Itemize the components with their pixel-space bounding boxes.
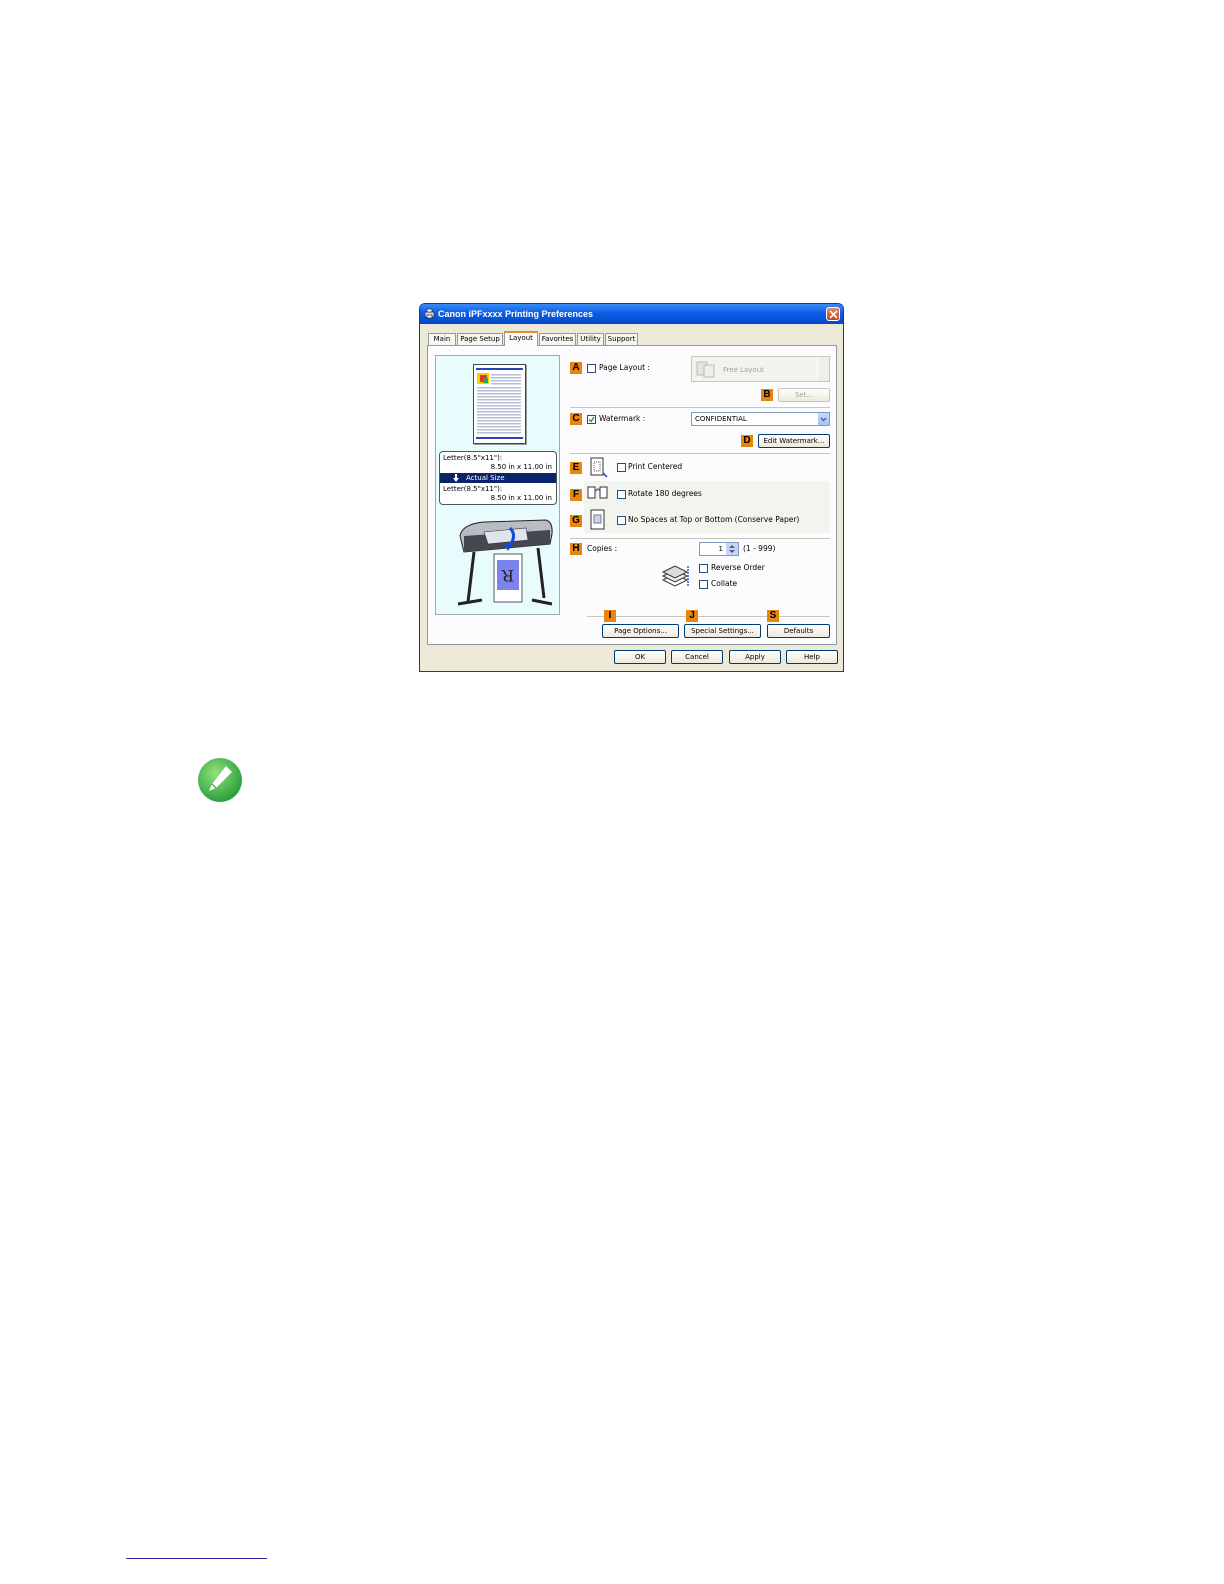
tab-layout[interactable]: Layout: [504, 331, 538, 346]
print-centered-label: Print Centered: [628, 462, 683, 471]
page-thumbnail-graphic: [476, 368, 523, 439]
dialog-title: Canon iPFxxxx Printing Preferences: [438, 309, 594, 319]
print-centered-checkbox[interactable]: [617, 463, 626, 472]
special-settings-button[interactable]: Special Settings...: [684, 624, 761, 638]
printer-illustration: R: [457, 519, 553, 606]
chevron-down-icon: [817, 357, 829, 381]
badge-h: H: [570, 543, 582, 555]
tab-favorites[interactable]: Favorites: [539, 333, 576, 345]
input-dims: 8.50 in x 11.00 in: [490, 463, 552, 471]
svg-text:R: R: [501, 566, 514, 585]
badge-e: E: [570, 462, 582, 474]
set-button[interactable]: Set...: [778, 388, 830, 402]
watermark-label: Watermark :: [599, 414, 646, 423]
rotate-180-icon: [587, 486, 608, 499]
copies-value: 1: [718, 545, 723, 553]
copies-spinner[interactable]: 1: [699, 542, 739, 556]
separator: [570, 453, 830, 454]
page-thumbnail: [473, 364, 526, 444]
badge-i: I: [604, 610, 616, 622]
close-button[interactable]: [826, 307, 840, 321]
reverse-order-label: Reverse Order: [711, 563, 765, 572]
badge-f: F: [570, 489, 582, 501]
no-spaces-checkbox[interactable]: [617, 516, 626, 525]
printing-preferences-dialog: Canon iPFxxxx Printing Preferences Main …: [419, 303, 844, 672]
separator: [587, 616, 830, 617]
paper-size-info: Letter(8.5"x11"): 8.50 in x 11.00 in Act…: [439, 451, 557, 505]
close-icon: [829, 310, 838, 319]
free-layout-icon: [696, 361, 715, 378]
pencil-icon: [198, 758, 242, 802]
badge-j: J: [686, 610, 698, 622]
page-layout-value: Free Layout: [723, 366, 764, 374]
conserve-paper-icon: [590, 509, 605, 530]
arrow-down-icon: [453, 474, 459, 482]
badge-b: B: [761, 389, 773, 401]
spinner-arrows-icon[interactable]: [726, 543, 738, 555]
badge-c: C: [570, 413, 582, 425]
print-preview: Letter(8.5"x11"): 8.50 in x 11.00 in Act…: [435, 355, 560, 615]
layout-panel: Letter(8.5"x11"): 8.50 in x 11.00 in Act…: [427, 345, 837, 645]
tab-utility[interactable]: Utility: [577, 333, 604, 345]
rotate-180-label: Rotate 180 degrees: [628, 489, 702, 498]
badge-a: A: [570, 362, 582, 374]
defaults-button[interactable]: Defaults: [767, 624, 830, 638]
stacked-pages-icon: [661, 565, 689, 587]
copies-range: (1 - 999): [743, 544, 776, 553]
option-row-shade: [584, 481, 830, 533]
copies-label: Copies :: [587, 544, 618, 553]
watermark-value: CONFIDENTIAL: [695, 415, 747, 423]
page-layout-label: Page Layout :: [599, 363, 650, 372]
chevron-down-icon: [817, 413, 829, 425]
print-centered-icon: [590, 457, 608, 478]
reverse-order-checkbox[interactable]: [699, 564, 708, 573]
rotate-180-checkbox[interactable]: [617, 490, 626, 499]
page-options-button[interactable]: Page Options...: [602, 624, 679, 638]
page-layout-select[interactable]: Free Layout: [691, 356, 830, 382]
scale-bar: Actual Size: [440, 473, 556, 483]
input-size: Letter(8.5"x11"):: [443, 454, 503, 462]
checkmark-icon: [588, 416, 595, 423]
scale-label: Actual Size: [466, 474, 505, 482]
watermark-checkbox[interactable]: [587, 415, 596, 424]
printer-icon: [424, 308, 435, 319]
footer-link-underline[interactable]: [126, 1558, 267, 1559]
badge-d: D: [741, 435, 753, 447]
tab-main[interactable]: Main: [428, 333, 456, 345]
help-button[interactable]: Help: [786, 650, 838, 664]
edit-watermark-button[interactable]: Edit Watermark...: [758, 434, 830, 448]
badge-g: G: [570, 515, 582, 527]
watermark-select[interactable]: CONFIDENTIAL: [691, 412, 830, 426]
collate-label: Collate: [711, 579, 738, 588]
cancel-button[interactable]: Cancel: [671, 650, 723, 664]
title-bar[interactable]: Canon iPFxxxx Printing Preferences: [420, 304, 843, 324]
ok-button[interactable]: OK: [614, 650, 666, 664]
collate-checkbox[interactable]: [699, 580, 708, 589]
page-layout-checkbox[interactable]: [587, 364, 596, 373]
separator: [570, 407, 830, 408]
output-dims: 8.50 in x 11.00 in: [490, 494, 552, 502]
tab-page-setup[interactable]: Page Setup: [457, 333, 503, 345]
apply-button[interactable]: Apply: [729, 650, 781, 664]
tab-support[interactable]: Support: [605, 333, 638, 345]
output-size: Letter(8.5"x11"):: [443, 485, 503, 493]
separator: [570, 538, 830, 539]
no-spaces-label: No Spaces at Top or Bottom (Conserve Pap…: [628, 515, 800, 524]
badge-s: S: [767, 610, 779, 622]
